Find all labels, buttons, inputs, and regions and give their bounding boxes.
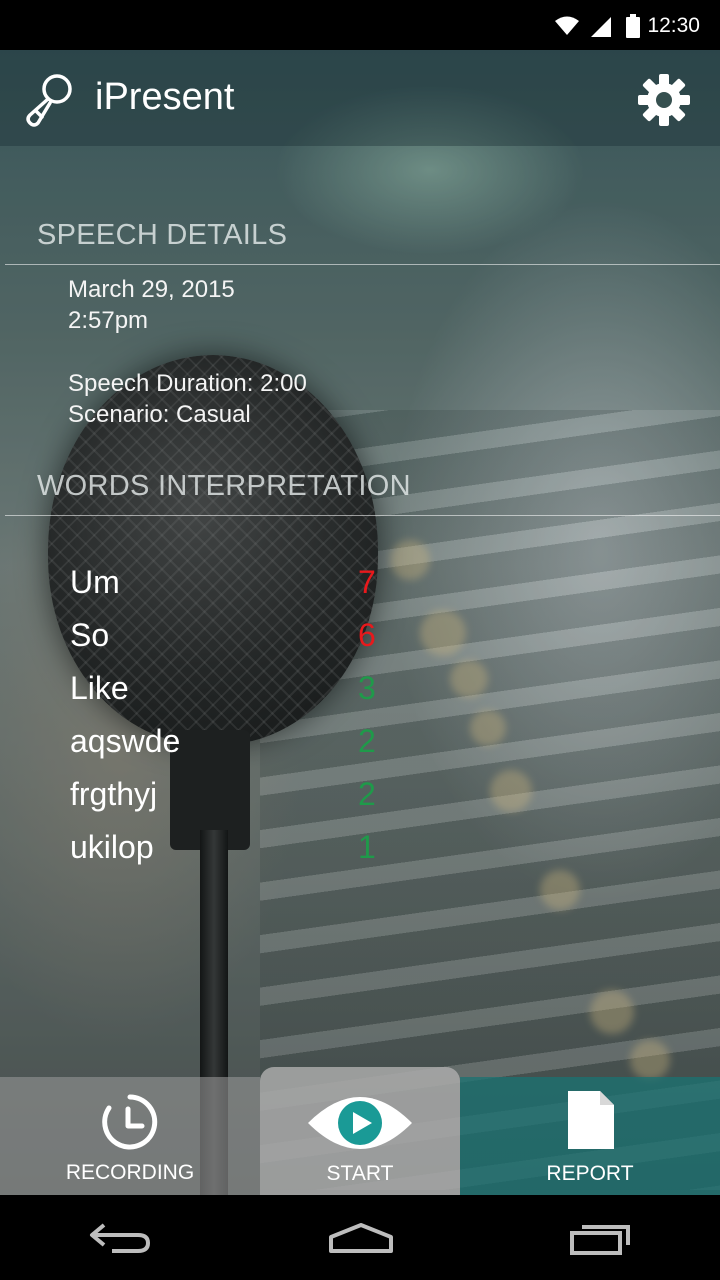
word-label: frgthyj <box>70 776 158 812</box>
word-label: aqswde <box>70 723 181 759</box>
word-label: Um <box>70 564 120 600</box>
microphone-outline-icon <box>26 74 72 127</box>
word-label: So <box>70 617 110 653</box>
document-icon <box>568 1091 614 1149</box>
tab-report-label: REPORT <box>546 1162 634 1185</box>
word-count: 3 <box>358 670 376 706</box>
back-icon[interactable] <box>88 1221 152 1255</box>
speech-details-heading: SPEECH DETAILS <box>37 219 288 251</box>
word-count: 6 <box>358 617 376 653</box>
word-label: ukilop <box>70 829 154 865</box>
word-count: 1 <box>358 829 376 865</box>
screen: 12:30 iPresent SPEECH DETAILS March 29, … <box>0 0 720 1280</box>
divider <box>5 515 720 516</box>
app-bar: iPresent <box>0 50 720 146</box>
speech-date: March 29, 2015 <box>68 276 235 303</box>
battery-icon <box>626 14 640 38</box>
recents-icon[interactable] <box>568 1221 632 1255</box>
tab-report[interactable]: REPORT <box>460 1077 720 1195</box>
signal-icon <box>591 17 611 37</box>
words-interpretation-heading: WORDS INTERPRETATION <box>37 470 411 502</box>
word-count: 2 <box>358 776 376 812</box>
tab-start-label: START <box>326 1162 394 1185</box>
app-title: iPresent <box>95 76 235 118</box>
home-icon[interactable] <box>327 1221 395 1255</box>
word-label: Like <box>70 670 129 706</box>
word-count: 7 <box>358 564 376 600</box>
status-bar: 12:30 <box>0 0 720 50</box>
clock-time: 12:30 <box>647 14 700 37</box>
speech-duration: Speech Duration: 2:00 <box>68 370 307 397</box>
speech-scenario: Scenario: Casual <box>68 401 251 428</box>
bottom-tab-bar: RECORDING START REPORT <box>0 1067 720 1195</box>
tab-recording-label: RECORDING <box>65 1161 195 1184</box>
gear-icon[interactable] <box>638 74 690 126</box>
tab-recording[interactable]: RECORDING <box>0 1077 260 1195</box>
clock-icon <box>102 1094 158 1150</box>
tab-start[interactable]: START <box>260 1067 460 1195</box>
divider <box>5 264 720 265</box>
eye-play-icon <box>308 1097 412 1149</box>
wifi-icon <box>555 16 579 35</box>
system-nav-bar <box>0 1195 720 1280</box>
speech-time: 2:57pm <box>68 307 149 334</box>
word-count: 2 <box>358 723 376 759</box>
